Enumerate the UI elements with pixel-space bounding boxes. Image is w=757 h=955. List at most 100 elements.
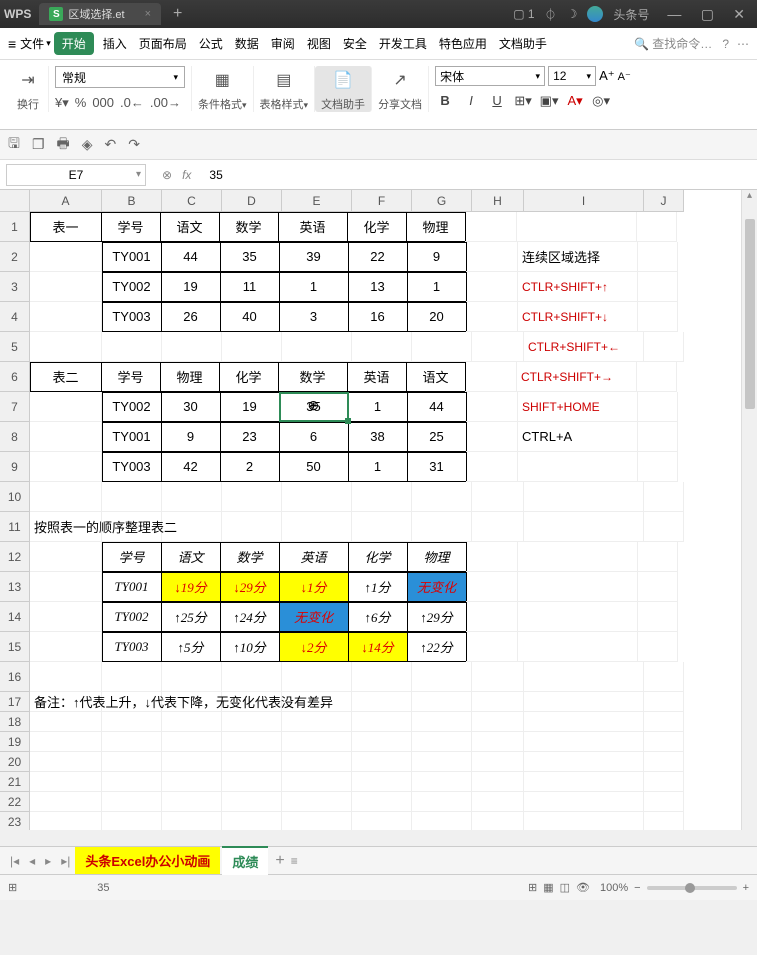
more-icon[interactable]: ⋯ (737, 37, 749, 51)
cell-G1[interactable]: 物理 (406, 212, 466, 242)
font-size-select[interactable]: 12▾ (548, 66, 596, 86)
cell-I16[interactable] (524, 662, 644, 692)
cell-I19[interactable] (524, 732, 644, 752)
zoom-level[interactable]: 100% (600, 882, 628, 894)
sheet-last-icon[interactable]: ▸| (57, 854, 74, 868)
cell-D19[interactable] (222, 732, 282, 752)
border-button[interactable]: ⊞▾ (513, 93, 533, 109)
maximize-button[interactable]: ▢ (693, 6, 722, 22)
cell-F14[interactable]: ↑6分 (348, 602, 408, 632)
cell-B23[interactable] (102, 812, 162, 830)
comma-icon[interactable]: 000 (92, 95, 114, 111)
cell-B1[interactable]: 学号 (101, 212, 161, 242)
cell-B16[interactable] (102, 662, 162, 692)
cell-G23[interactable] (412, 812, 472, 830)
minimize-button[interactable]: — (659, 6, 689, 22)
row-headers[interactable]: 1234567891011121314151617181920212223242… (0, 212, 30, 830)
decrease-decimal-icon[interactable]: .0← (120, 95, 144, 111)
cell-H20[interactable] (472, 752, 524, 772)
cell-E15[interactable]: ↓2分 (279, 632, 349, 662)
cell-G9[interactable]: 31 (407, 452, 467, 482)
col-header[interactable]: D (222, 190, 282, 212)
cell-B20[interactable] (102, 752, 162, 772)
cell-I10[interactable] (524, 482, 644, 512)
cell-A5[interactable] (30, 332, 102, 362)
cell-J16[interactable] (644, 662, 684, 692)
row-header[interactable]: 7 (0, 392, 30, 422)
cell-B4[interactable]: TY003 (102, 302, 162, 332)
row-header[interactable]: 8 (0, 422, 30, 452)
cell-E21[interactable] (282, 772, 352, 792)
cell-E23[interactable] (282, 812, 352, 830)
row-header[interactable]: 22 (0, 792, 30, 812)
cell-J13[interactable] (638, 572, 678, 602)
cell-F12[interactable]: 化学 (348, 542, 408, 572)
row-header[interactable]: 16 (0, 662, 30, 692)
cell-C1[interactable]: 语文 (160, 212, 220, 242)
undo-icon[interactable]: ↶ (105, 136, 117, 153)
cell-D12[interactable]: 数学 (220, 542, 280, 572)
cell-H14[interactable] (466, 602, 518, 632)
close-button[interactable]: ✕ (725, 6, 753, 22)
row-header[interactable]: 2 (0, 242, 30, 272)
cell-G8[interactable]: 25 (407, 422, 467, 452)
cell-F2[interactable]: 22 (348, 242, 408, 272)
cell-E16[interactable] (282, 662, 352, 692)
cell-F23[interactable] (352, 812, 412, 830)
cell-J18[interactable] (644, 712, 684, 732)
cell-G13[interactable]: 无变化 (407, 572, 467, 602)
page-break-icon[interactable]: ◫ (560, 881, 570, 894)
cell-E7[interactable]: 35⊕ (279, 392, 349, 422)
row-header[interactable]: 1 (0, 212, 30, 242)
row-header[interactable]: 21 (0, 772, 30, 792)
doc-helper-button[interactable]: 📄 文档助手 (315, 66, 372, 112)
status-icon[interactable]: ⊞ (8, 881, 17, 894)
cell-H13[interactable] (466, 572, 518, 602)
cell-F11[interactable] (352, 512, 412, 542)
cell-B21[interactable] (102, 772, 162, 792)
cell-A11[interactable]: 按照表一的顺序整理表二 (30, 512, 102, 542)
cell-E9[interactable]: 50 (279, 452, 349, 482)
cell-F10[interactable] (352, 482, 412, 512)
cell-H11[interactable] (472, 512, 524, 542)
cell-D13[interactable]: ↓29分 (220, 572, 280, 602)
cell-J8[interactable] (638, 422, 678, 452)
cell-F18[interactable] (352, 712, 412, 732)
cell-H9[interactable] (466, 452, 518, 482)
increase-font-icon[interactable]: A⁺ (599, 68, 615, 84)
cell-D9[interactable]: 2 (220, 452, 280, 482)
cell-B8[interactable]: TY001 (102, 422, 162, 452)
cell-D18[interactable] (222, 712, 282, 732)
cell-J3[interactable] (638, 272, 678, 302)
square-icon[interactable]: ▢ 1 (513, 7, 534, 21)
cell-B9[interactable]: TY003 (102, 452, 162, 482)
cell-C10[interactable] (162, 482, 222, 512)
zoom-out-icon[interactable]: − (634, 882, 640, 894)
cell-F3[interactable]: 13 (348, 272, 408, 302)
new-tab-button[interactable]: + (173, 5, 182, 23)
cell-H2[interactable] (466, 242, 518, 272)
italic-button[interactable]: I (461, 93, 481, 109)
cell-D7[interactable]: 19 (220, 392, 280, 422)
cell-B10[interactable] (102, 482, 162, 512)
cell-G14[interactable]: ↑29分 (407, 602, 467, 632)
col-header[interactable]: E (282, 190, 352, 212)
row-header[interactable]: 18 (0, 712, 30, 732)
menu-item[interactable]: 审阅 (265, 34, 301, 54)
cell-F9[interactable]: 1 (348, 452, 408, 482)
cell-H3[interactable] (466, 272, 518, 302)
cell-I21[interactable] (524, 772, 644, 792)
bold-button[interactable]: B (435, 93, 455, 109)
font-name-select[interactable]: 宋体▾ (435, 66, 545, 86)
file-menu[interactable]: 文件▾ (20, 35, 51, 52)
cell-A20[interactable] (30, 752, 102, 772)
row-header[interactable]: 23 (0, 812, 30, 830)
cell-D14[interactable]: ↑24分 (220, 602, 280, 632)
row-header[interactable]: 11 (0, 512, 30, 542)
cell-F16[interactable] (352, 662, 412, 692)
font-color-button[interactable]: A▾ (565, 93, 585, 109)
cell-C3[interactable]: 19 (161, 272, 221, 302)
cell-C8[interactable]: 9 (161, 422, 221, 452)
cell-E6[interactable]: 数学 (278, 362, 348, 392)
cell-E12[interactable]: 英语 (279, 542, 349, 572)
